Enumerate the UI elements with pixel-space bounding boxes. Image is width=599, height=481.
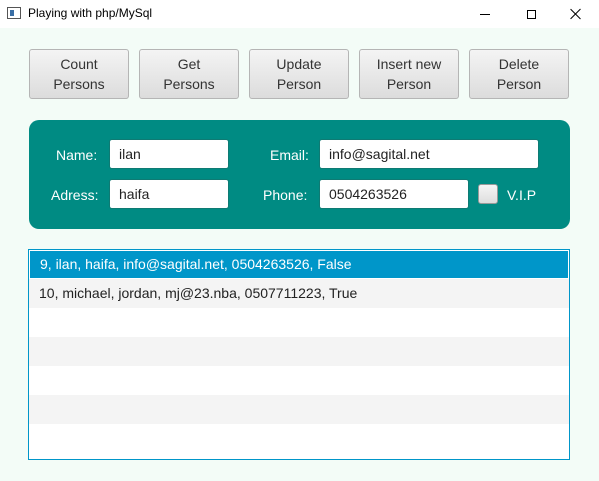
update-person-label: Update Person: [276, 56, 322, 92]
name-field[interactable]: ilan: [109, 139, 229, 169]
maximize-button[interactable]: [508, 0, 554, 28]
address-value: haifa: [119, 186, 150, 202]
close-button[interactable]: [553, 0, 599, 28]
phone-field[interactable]: 0504263526: [319, 179, 469, 209]
name-label: Name:: [56, 147, 98, 163]
email-value: info@sagital.net: [329, 146, 430, 162]
maximize-icon: [526, 9, 536, 19]
empty-list-row: [29, 308, 569, 337]
list-item[interactable]: 9, ilan, haifa, info@sagital.net, 050426…: [30, 251, 568, 278]
name-value: ilan: [119, 146, 141, 162]
update-person-button[interactable]: Update Person: [249, 49, 349, 99]
main-content: Count Persons Get Persons Update Person …: [0, 28, 599, 481]
window-title: Playing with php/MySql: [28, 6, 153, 20]
list-item[interactable]: 10, michael, jordan, mj@23.nba, 05077112…: [29, 279, 569, 308]
insert-person-button[interactable]: Insert new Person: [359, 49, 459, 99]
persons-list[interactable]: 9, ilan, haifa, info@sagital.net, 050426…: [28, 249, 570, 460]
phone-value: 0504263526: [329, 186, 407, 202]
delete-person-button[interactable]: Delete Person: [469, 49, 569, 99]
phone-label: Phone:: [263, 187, 308, 203]
minimize-icon: [480, 13, 490, 15]
app-icon: [7, 7, 21, 19]
empty-list-row: [29, 424, 569, 453]
title-bar: Playing with php/MySql: [0, 0, 599, 28]
count-persons-label: Count Persons: [53, 56, 105, 92]
insert-person-label: Insert new Person: [376, 56, 442, 92]
minimize-button[interactable]: [462, 0, 508, 28]
vip-label: V.I.P: [507, 187, 537, 203]
get-persons-button[interactable]: Get Persons: [139, 49, 239, 99]
email-label: Email:: [270, 147, 309, 163]
address-label: Adress:: [51, 187, 99, 203]
address-field[interactable]: haifa: [109, 179, 229, 209]
person-form-panel: Name: ilan Email: info@sagital.net Adres…: [29, 120, 570, 229]
empty-list-row: [29, 366, 569, 395]
email-field[interactable]: info@sagital.net: [319, 139, 539, 169]
get-persons-label: Get Persons: [163, 56, 215, 92]
empty-list-row: [29, 337, 569, 366]
empty-list-row: [29, 395, 569, 424]
delete-person-label: Delete Person: [496, 56, 542, 92]
close-icon: [570, 8, 582, 20]
vip-checkbox[interactable]: [478, 184, 498, 204]
count-persons-button[interactable]: Count Persons: [29, 49, 129, 99]
